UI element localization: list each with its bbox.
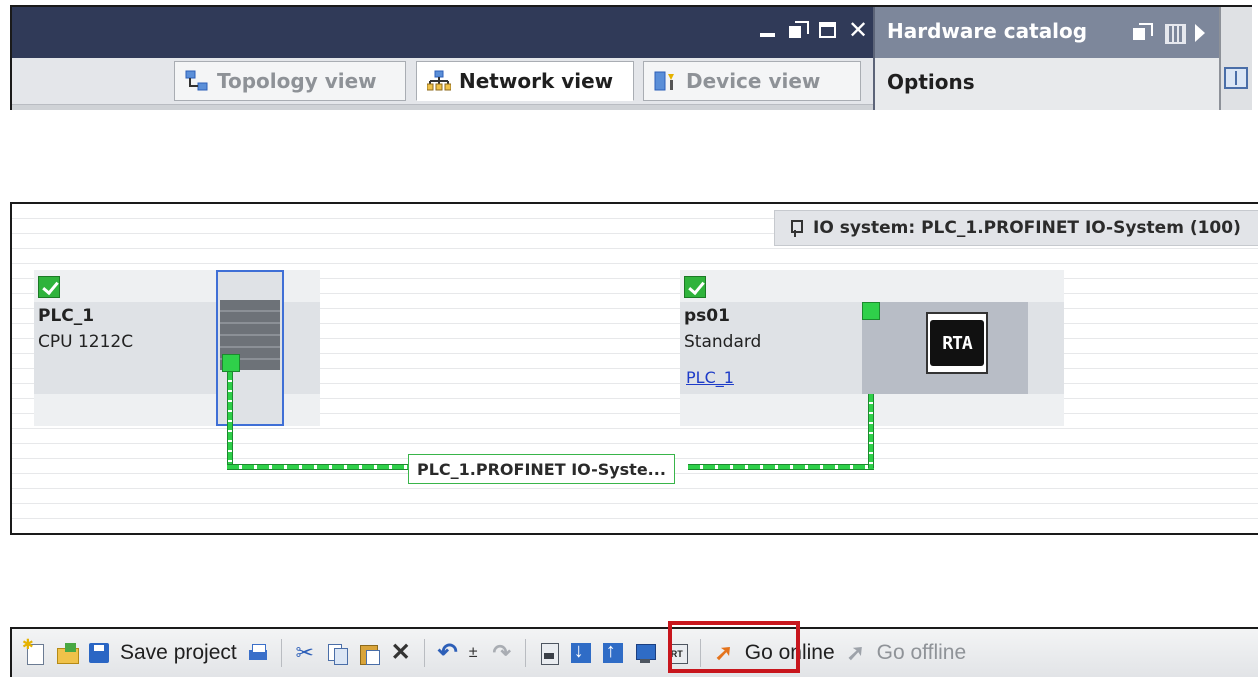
catalog-controls (1131, 21, 1205, 44)
topology-icon (185, 70, 209, 92)
tab-device-view[interactable]: Device view (643, 61, 861, 101)
device-name: PLC_1 (38, 306, 95, 326)
upload-from-device-icon[interactable] (602, 640, 624, 664)
device-type: CPU 1212C (38, 332, 134, 352)
toolbar-separator (524, 639, 526, 667)
runtime-icon[interactable] (666, 642, 688, 664)
task-card-tab-icon[interactable] (1224, 67, 1248, 89)
profinet-line-horizontal-right[interactable] (688, 464, 874, 470)
device-plc-1[interactable]: PLC_1 CPU 1212C (34, 270, 320, 426)
rta-logo: RTA (926, 312, 988, 374)
io-system-text: IO system: PLC_1.PROFINET IO-System (100… (813, 218, 1241, 238)
float-window-icon[interactable] (787, 19, 809, 41)
split-catalog-icon[interactable] (1163, 21, 1186, 44)
go-offline-button: Go offline (876, 641, 967, 664)
cut-icon[interactable]: ✂ (294, 642, 316, 664)
subnet-label[interactable]: PLC_1.PROFINET IO-Syste... (408, 454, 675, 484)
pin-icon[interactable] (789, 218, 803, 238)
tab-network-view[interactable]: Network view (416, 61, 634, 101)
open-project-icon[interactable] (56, 642, 79, 664)
maximize-icon[interactable] (817, 19, 839, 41)
status-ok-icon (684, 276, 706, 298)
redo-icon: ↷ (492, 640, 511, 665)
close-icon[interactable]: ✕ (847, 18, 869, 42)
device-row-top (680, 270, 1064, 302)
tab-topology-view[interactable]: Topology view (174, 61, 406, 101)
start-simulation-icon[interactable] (634, 642, 656, 664)
catalog-options-bar[interactable]: Options (873, 58, 1219, 110)
io-device-module[interactable]: RTA (862, 302, 1028, 394)
device-type: Standard (684, 332, 762, 352)
delete-icon[interactable]: ✕ (390, 641, 412, 665)
compile-icon[interactable] (538, 642, 560, 665)
undo-icon[interactable]: ↶ (437, 641, 459, 665)
device-icon (654, 70, 678, 92)
tab-device-label: Device view (686, 69, 821, 93)
options-label: Options (887, 70, 975, 94)
profinet-line-horizontal-left[interactable] (227, 464, 413, 470)
editor-subtoolbar (12, 105, 873, 110)
float-catalog-icon[interactable] (1131, 21, 1153, 43)
rta-logo-text: RTA (930, 320, 984, 366)
network-icon (426, 70, 452, 92)
catalog-header: Hardware catalog (873, 7, 1219, 58)
toolbar-separator (699, 639, 701, 667)
assigned-controller-link[interactable]: PLC_1 (686, 368, 734, 387)
editor-top-panel: ✕ Topology view Network view Device view… (10, 5, 1252, 110)
go-online-button[interactable]: Go online (745, 641, 835, 665)
tab-topology-label: Topology view (217, 69, 377, 93)
collapse-arrow-icon[interactable] (1195, 24, 1205, 42)
io-system-badge[interactable]: IO system: PLC_1.PROFINET IO-System (100… (774, 210, 1258, 246)
minimize-icon[interactable] (757, 19, 779, 41)
status-ok-icon (38, 276, 60, 298)
save-icon[interactable] (88, 642, 110, 664)
task-card-side-strip (1219, 7, 1252, 110)
network-view-canvas[interactable]: IO system: PLC_1.PROFINET IO-System (100… (10, 202, 1258, 535)
main-toolbar: Save project ✂ ✕ ↶ ± ↷ ➚ Go online ➚ Go … (10, 621, 1258, 677)
go-offline-icon: ➚ (846, 640, 865, 665)
go-online-icon[interactable]: ➚ (713, 642, 735, 664)
print-icon[interactable] (247, 642, 269, 664)
catalog-title: Hardware catalog (887, 19, 1088, 43)
tab-network-label: Network view (459, 69, 614, 93)
view-tab-strip: Topology view Network view Device view (12, 58, 873, 105)
profinet-line-ps01-vertical[interactable] (868, 394, 874, 468)
profinet-port-icon[interactable] (862, 302, 880, 320)
editor-title-bar: ✕ (12, 7, 873, 58)
device-name: ps01 (684, 306, 730, 326)
window-controls: ✕ (757, 18, 869, 42)
profinet-line-plc-vertical[interactable] (227, 372, 233, 468)
profinet-port-icon[interactable] (222, 354, 240, 372)
paste-icon[interactable] (358, 642, 380, 665)
toolbar-separator (280, 639, 282, 667)
download-to-device-icon[interactable] (570, 640, 592, 664)
save-project-button[interactable]: Save project (120, 641, 237, 665)
new-project-icon[interactable] (22, 636, 46, 665)
copy-icon[interactable] (326, 642, 348, 665)
toolbar-separator (423, 639, 425, 667)
undo-list-icon[interactable]: ± (469, 642, 481, 664)
